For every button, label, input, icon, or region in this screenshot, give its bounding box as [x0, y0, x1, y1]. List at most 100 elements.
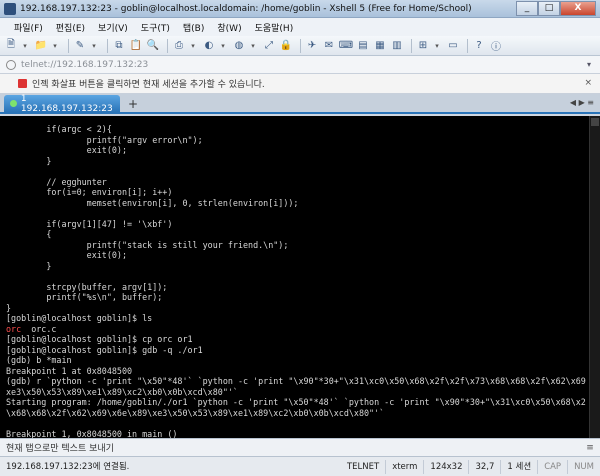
new-session-icon[interactable]: 🗎 — [4, 39, 18, 53]
toolbar-divider — [107, 38, 108, 53]
toolbar-divider — [300, 38, 301, 53]
chevron-down-icon[interactable]: ▾ — [249, 39, 257, 53]
fullscreen-icon[interactable]: ⤢ — [262, 39, 276, 53]
tab-session-1[interactable]: 1 192.168.197.132:23 — [4, 93, 120, 114]
caps-lock-status: CAP — [538, 459, 569, 474]
info-icon[interactable]: ⓘ — [489, 39, 503, 53]
open-folder-icon[interactable]: 📁 — [34, 39, 48, 53]
terminal-line: // egghunter — [6, 176, 107, 187]
window-controls: _ □ X — [516, 0, 596, 17]
menu-view[interactable]: 보기(V) — [98, 21, 128, 34]
chevron-down-icon[interactable]: ▾ — [21, 39, 29, 53]
menu-file[interactable]: 파일(F) — [14, 21, 43, 34]
main-toolbar: 🗎 ▾ 📁 ▾ ✎ ▾ ⧉ 📋 🔍 ⎙ ▾ ◐ ▾ ◍ ▾ ⤢ 🔒 ✈ ✉ ⌨ … — [0, 36, 600, 56]
menu-bar: 파일(F) 편집(E) 보기(V) 도구(T) 탭(B) 창(W) 도움말(H) — [0, 18, 600, 36]
split-icon[interactable]: ▭ — [446, 39, 460, 53]
color-scheme-icon[interactable]: ◐ — [202, 39, 216, 53]
chat-icon[interactable]: ✉ — [322, 39, 336, 53]
lock-icon[interactable]: 🔒 — [279, 39, 293, 53]
terminal-line: exit(0); — [6, 250, 128, 260]
info-close-icon[interactable]: × — [584, 78, 592, 88]
terminal-view[interactable]: if(argc < 2){ printf("argv error\n"); ex… — [0, 116, 600, 438]
session-icon — [6, 59, 16, 70]
xshell-app-icon — [4, 2, 16, 15]
menu-tab[interactable]: 탭(B) — [183, 21, 204, 34]
status-bar: 192.168.197.132:23에 연결됨. TELNET xterm 12… — [0, 456, 600, 476]
menu-help[interactable]: 도움말(H) — [255, 21, 294, 34]
copy-icon[interactable]: ⧉ — [112, 39, 126, 53]
session-tab-strip: 1 192.168.197.132:23 + ◀ ▶ ≡ — [0, 94, 600, 114]
terminal-line: printf("stack is still your friend.\n"); — [6, 239, 289, 250]
help-icon[interactable]: ? — [472, 39, 486, 53]
terminal-line: Breakpoint 1 at 0x8048500 — [6, 365, 133, 376]
compose-icon[interactable]: ▤ — [356, 39, 370, 53]
terminal-line: (gdb) b *main — [6, 355, 72, 365]
maximize-button[interactable]: □ — [538, 0, 560, 16]
terminal-line: } — [6, 260, 52, 271]
xftp-icon[interactable]: ✈ — [305, 39, 319, 53]
chevron-down-icon[interactable]: ▾ — [51, 39, 59, 53]
print-icon[interactable]: ⎙ — [172, 39, 186, 53]
menu-window[interactable]: 창(W) — [217, 21, 241, 34]
minimize-button[interactable]: _ — [516, 0, 538, 16]
send-text-input[interactable]: 현재 탭으로만 텍스트 보내기 — [6, 441, 580, 454]
toolbar-divider — [411, 38, 412, 53]
session-count-status: 1 세션 — [501, 459, 539, 474]
connected-status-icon — [10, 100, 17, 107]
terminal-line: exit(0); — [6, 145, 128, 155]
send-options-icon[interactable]: ≡ — [580, 443, 600, 453]
address-bar: telnet://192.168.197.132:23 ▾ — [0, 56, 600, 74]
info-bar: 인젝 화살표 버튼을 클릭하면 현재 세션을 추가할 수 있습니다. × — [0, 74, 600, 94]
terminal-size-status: 124x32 — [424, 459, 470, 474]
script-icon[interactable]: ▦ — [373, 39, 387, 53]
chevron-down-icon[interactable]: ▾ — [433, 39, 441, 53]
add-tab-icon[interactable]: + — [126, 97, 140, 111]
num-lock-status: NUM — [574, 461, 594, 472]
terminal-line: } — [6, 155, 52, 166]
terminal-line: Starting program: /home/goblin/./or1 `py… — [6, 397, 586, 407]
terminal-line: \x68\x68\x2f\x62\x69\x6e\x89\xe3\x50\x53… — [6, 407, 385, 418]
properties-icon[interactable]: ✎ — [73, 39, 87, 53]
tab-navigation-icon[interactable]: ◀ ▶ ≡ — [570, 98, 594, 107]
menu-edit[interactable]: 편집(E) — [56, 21, 85, 34]
close-button[interactable]: X — [560, 0, 596, 16]
chevron-down-icon[interactable]: ▾ — [90, 39, 98, 53]
terminal-line: printf("argv error\n"); — [6, 134, 203, 145]
terminal-output: if(argc < 2){ printf("argv error\n"); ex… — [6, 124, 586, 438]
address-dropdown-icon[interactable]: ▾ — [578, 60, 600, 69]
menu-tools[interactable]: 도구(T) — [141, 21, 170, 34]
toolbar-divider — [167, 38, 168, 53]
window-titlebar: 192.168.197.132:23 - goblin@localhost.lo… — [0, 0, 600, 18]
keyboard-icon[interactable]: ⌨ — [339, 39, 353, 53]
terminal-line: if(argv[1][47] != '\xbf') — [6, 218, 173, 229]
protocol-status: TELNET — [341, 459, 387, 474]
bookmark-icon — [18, 79, 27, 88]
toolbar-divider — [467, 38, 468, 53]
terminal-line: (gdb) r `python -c 'print "\x50"*48'` `p… — [6, 376, 586, 386]
address-input[interactable]: telnet://192.168.197.132:23 — [21, 60, 578, 70]
terminal-line: xe3\x50\x53\x89\xe1\x89\xc2\xb0\x0b\xcd\… — [6, 386, 238, 397]
terminal-line: if(argc < 2){ — [6, 124, 112, 134]
terminal-line: } — [6, 302, 12, 313]
terminal-line: printf("%s\n", buffer); — [6, 292, 163, 302]
layout-icon[interactable]: ▥ — [390, 39, 404, 53]
terminal-line: Breakpoint 1, 0x8048500 in main () — [6, 428, 178, 439]
terminal-line: [goblin@localhost goblin]$ ls — [6, 313, 153, 323]
connection-status: 192.168.197.132:23에 연결됨. — [6, 461, 130, 472]
terminal-line: strcpy(buffer, argv[1]); — [6, 281, 168, 292]
chevron-down-icon[interactable]: ▾ — [189, 39, 197, 53]
terminal-line: [goblin@localhost goblin]$ gdb -q ./or1 — [6, 344, 203, 355]
terminal-type-status: xterm — [386, 459, 425, 474]
ls-executable: orc — [6, 323, 22, 334]
find-icon[interactable]: 🔍 — [146, 39, 160, 53]
paste-icon[interactable]: 📋 — [129, 39, 143, 53]
chevron-down-icon[interactable]: ▾ — [219, 39, 227, 53]
terminal-scrollbar[interactable] — [589, 116, 600, 438]
new-tab-icon[interactable]: ⊞ — [416, 39, 430, 53]
send-text-bar: 현재 탭으로만 텍스트 보내기 ≡ — [0, 438, 600, 456]
scrollbar-thumb[interactable] — [591, 118, 599, 126]
tab-label: 1 192.168.197.132:23 — [20, 93, 113, 114]
globe-icon[interactable]: ◍ — [232, 39, 246, 53]
